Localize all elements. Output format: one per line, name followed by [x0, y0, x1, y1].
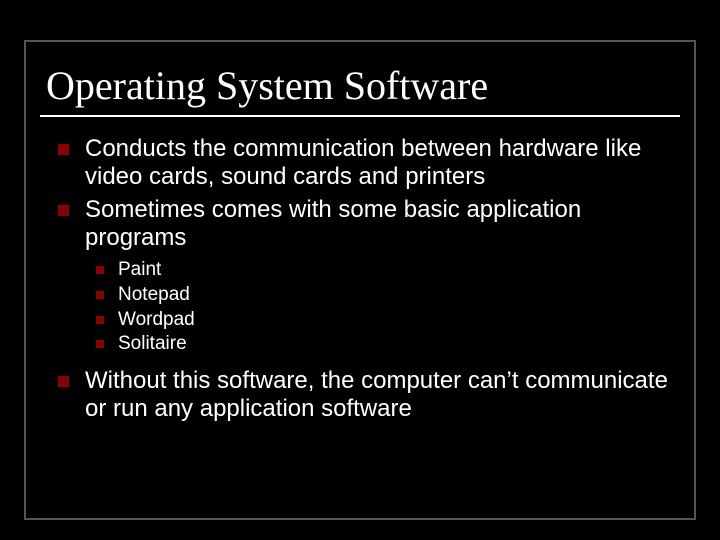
bullet-text: Without this software, the computer can’… [85, 367, 670, 424]
square-bullet-icon [96, 340, 104, 348]
bullet-list-continued: Without this software, the computer can’… [40, 367, 680, 424]
bullet-list: Conducts the communication between hardw… [40, 135, 680, 252]
sub-bullet-list: Paint Notepad Wordpad Solitaire [40, 258, 680, 357]
bullet-item: Sometimes comes with some basic applicat… [58, 196, 670, 253]
bullet-item: Conducts the communication between hardw… [58, 135, 670, 192]
square-bullet-icon [96, 316, 104, 324]
bullet-item: Without this software, the computer can’… [58, 367, 670, 424]
sub-bullet-text: Notepad [118, 283, 670, 308]
square-bullet-icon [58, 376, 69, 387]
sub-bullet-text: Paint [118, 258, 670, 283]
square-bullet-icon [58, 144, 69, 155]
sub-bullet-item: Paint [96, 258, 670, 283]
square-bullet-icon [58, 205, 69, 216]
bullet-text: Sometimes comes with some basic applicat… [85, 196, 670, 253]
bullet-text: Conducts the communication between hardw… [85, 135, 670, 192]
sub-bullet-item: Wordpad [96, 308, 670, 333]
square-bullet-icon [96, 291, 104, 299]
square-bullet-icon [96, 266, 104, 274]
title-underline [40, 115, 680, 117]
sub-bullet-item: Notepad [96, 283, 670, 308]
sub-bullet-text: Wordpad [118, 308, 670, 333]
slide-title: Operating System Software [40, 62, 680, 109]
sub-bullet-item: Solitaire [96, 332, 670, 357]
sub-bullet-text: Solitaire [118, 332, 670, 357]
slide: Operating System Software Conducts the c… [0, 0, 720, 540]
